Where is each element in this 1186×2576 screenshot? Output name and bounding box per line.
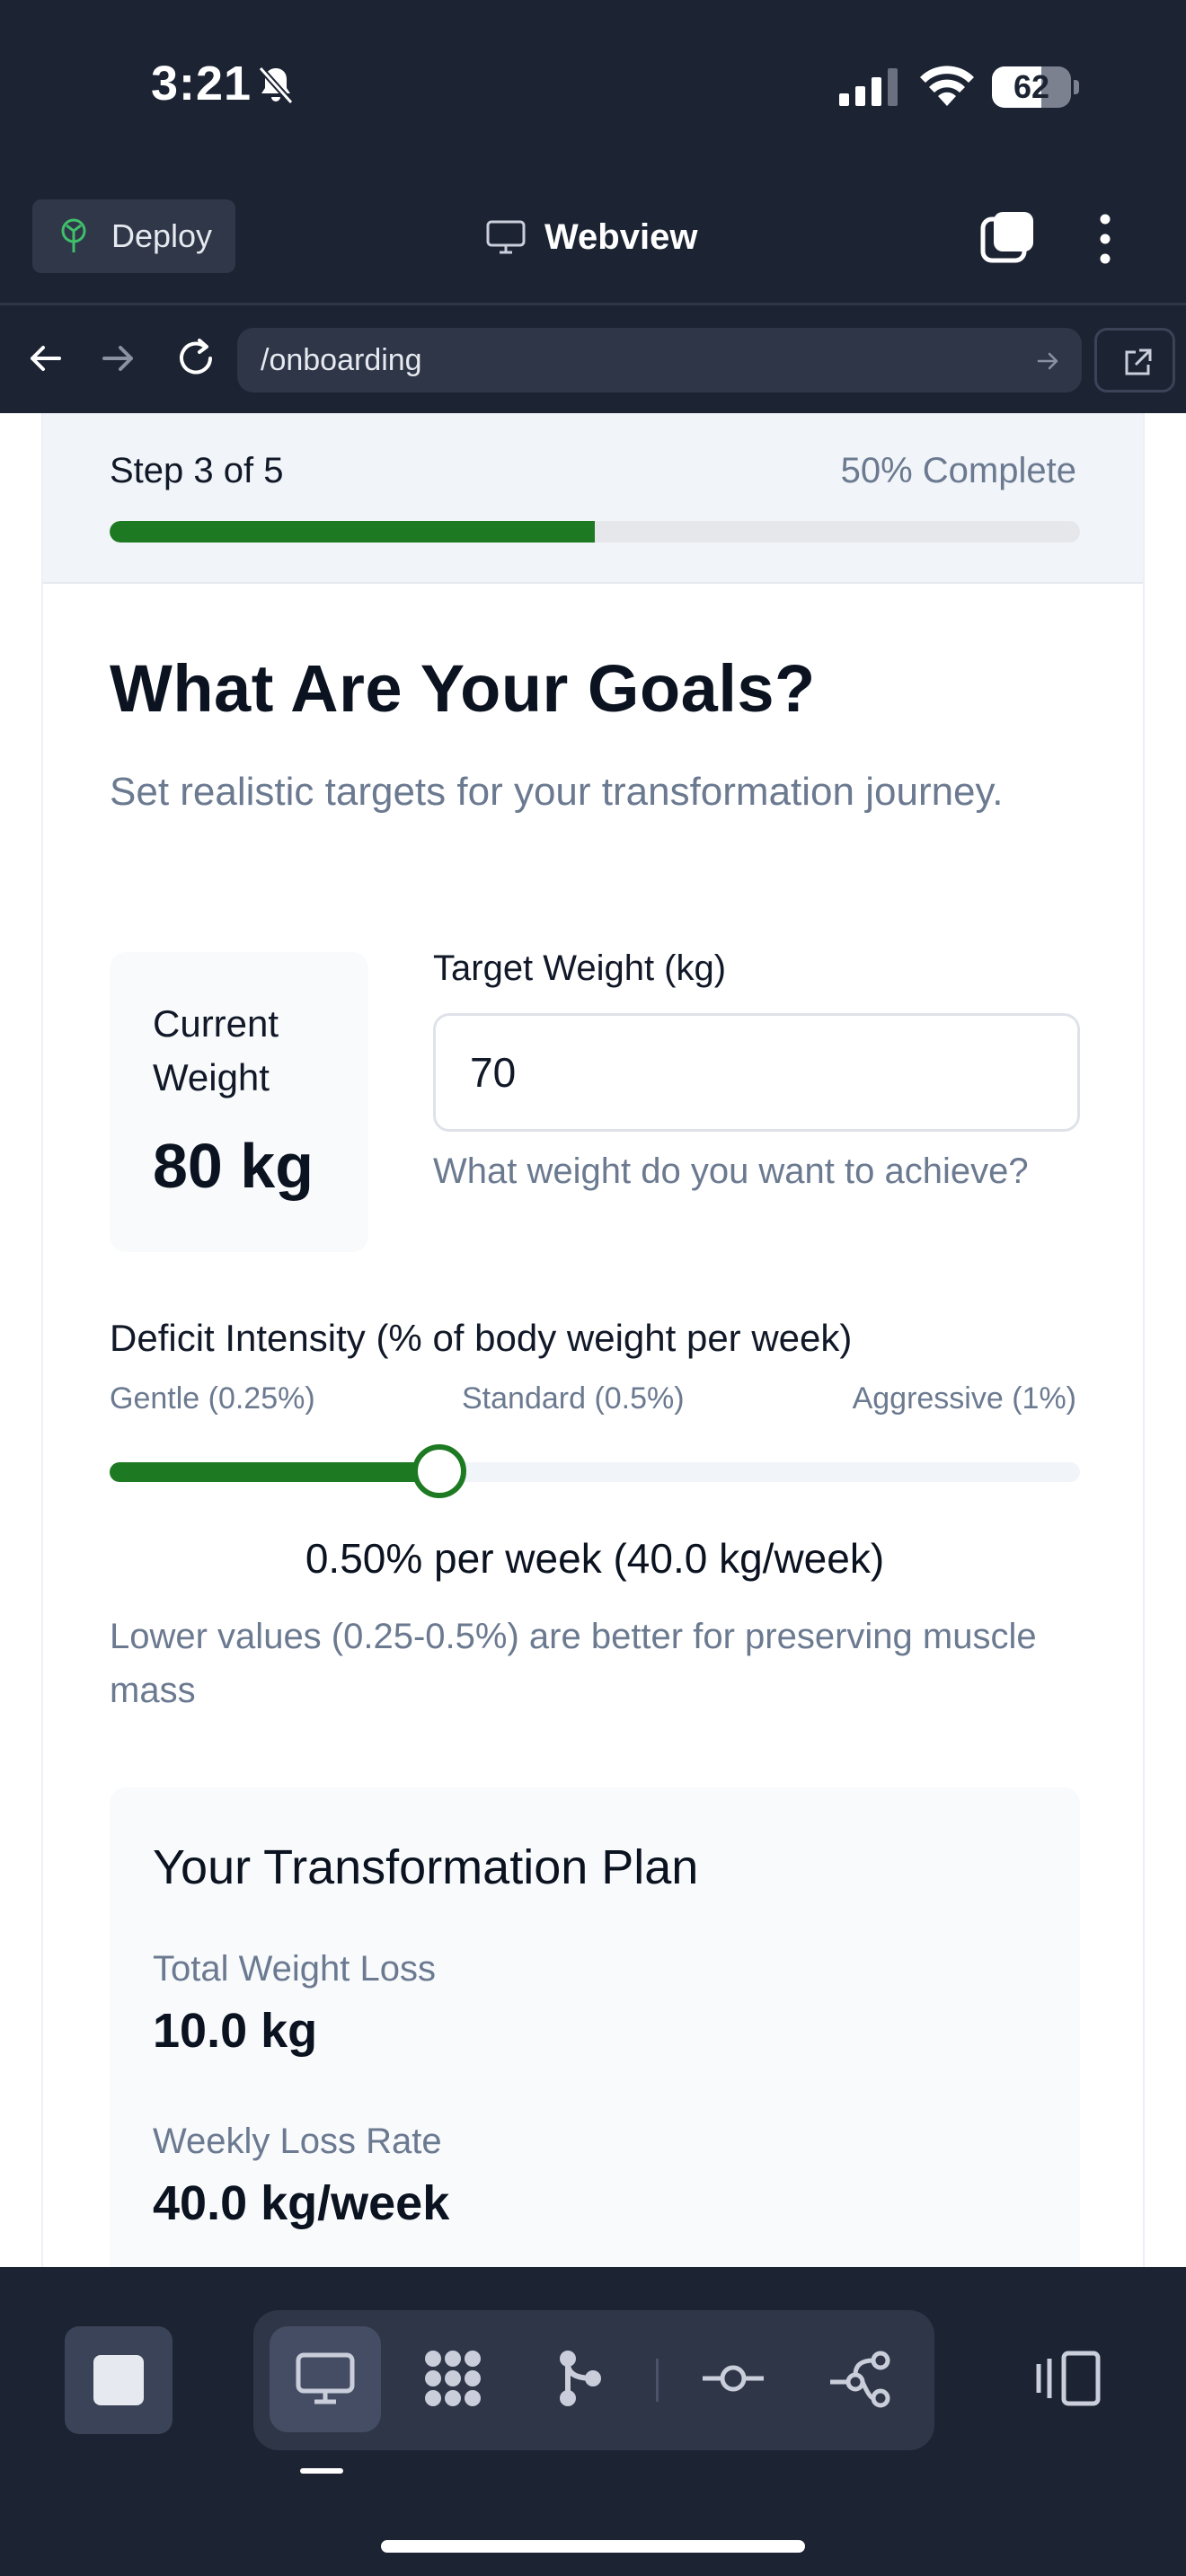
deploy-icon	[61, 218, 86, 252]
reload-icon[interactable]	[173, 335, 219, 382]
deficit-rate-readout: 0.50% per week (40.0 kg/week)	[305, 1535, 885, 1582]
target-weight-help: What weight do you want to achieve?	[433, 1151, 1029, 1191]
plan-total-loss-value: 10.0 kg	[153, 2004, 318, 2058]
commit-icon	[703, 2365, 764, 2392]
plan-title: Your Transformation Plan	[153, 1840, 699, 1894]
page-subtitle: Set realistic targets for your transform…	[110, 770, 1004, 814]
onboarding-card: Step 3 of 5 50% Complete What Are Your G…	[41, 413, 1145, 2267]
cell-signal-icon	[839, 68, 898, 106]
monitor-icon	[296, 2352, 355, 2404]
battery-indicator: 62	[992, 66, 1079, 108]
progress-bar	[110, 521, 1080, 543]
plan-weekly-rate-value: 40.0 kg/week	[153, 2176, 450, 2230]
bell-muted-icon	[258, 66, 294, 105]
stop-button[interactable]	[65, 2326, 173, 2434]
url-field[interactable]: /onboarding	[237, 328, 1082, 393]
tool-group	[253, 2310, 934, 2450]
page-title: What Are Your Goals?	[110, 651, 816, 726]
tool-webview[interactable]	[270, 2326, 381, 2432]
tool-branch[interactable]	[525, 2326, 636, 2432]
plan-weekly-rate-label: Weekly Loss Rate	[153, 2122, 442, 2161]
target-weight-input[interactable]	[433, 1013, 1080, 1132]
status-time: 3:21	[151, 57, 252, 110]
address-bar: /onboarding	[0, 308, 1186, 413]
more-vertical-icon[interactable]	[1089, 212, 1121, 266]
monitor-icon	[486, 220, 526, 254]
current-weight-value: 80 kg	[153, 1131, 314, 1201]
branch-icon	[560, 2351, 601, 2406]
active-tool-indicator	[300, 2468, 343, 2474]
battery-level: 62	[1013, 68, 1050, 105]
transformation-plan-card: Your Transformation Plan Total Weight Lo…	[110, 1787, 1080, 2267]
deficit-tick-standard: Standard (0.5%)	[462, 1381, 685, 1416]
tool-divider	[656, 2359, 659, 2402]
external-link-icon	[1125, 348, 1152, 375]
home-indicator	[381, 2540, 805, 2553]
webview-title-text: Webview	[544, 216, 698, 257]
app-toolbar: Deploy Webview	[0, 171, 1186, 305]
status-bar: 3:21 62	[0, 0, 1186, 171]
deficit-slider[interactable]	[110, 1444, 1080, 1498]
tool-git-graph[interactable]	[805, 2326, 916, 2432]
go-arrow-icon[interactable]	[1035, 348, 1062, 375]
git-graph-icon	[830, 2351, 890, 2408]
grid-dots-icon	[425, 2351, 481, 2406]
progress-fill	[110, 521, 595, 543]
stop-icon	[93, 2355, 144, 2405]
plan-total-loss-label: Total Weight Loss	[153, 1949, 436, 1989]
current-weight-card: Current Weight 80 kg	[110, 952, 368, 1252]
wifi-icon	[920, 66, 974, 106]
tool-grid[interactable]	[397, 2326, 509, 2432]
current-weight-label: Current Weight	[153, 1002, 279, 1098]
deficit-tick-gentle: Gentle (0.25%)	[110, 1381, 315, 1416]
bottom-toolbar	[0, 2267, 1186, 2576]
deploy-button[interactable]: Deploy	[32, 199, 235, 273]
tabs-icon[interactable]	[979, 208, 1037, 266]
progress-header: Step 3 of 5 50% Complete	[43, 413, 1143, 584]
back-arrow-icon[interactable]	[23, 337, 66, 380]
complete-label: 50% Complete	[840, 451, 1076, 490]
deficit-slider-fill	[110, 1462, 440, 1482]
deficit-tick-aggressive: Aggressive (1%)	[852, 1381, 1076, 1416]
tool-commit[interactable]	[677, 2326, 789, 2432]
webview-content: Step 3 of 5 50% Complete What Are Your G…	[0, 413, 1186, 2267]
forward-arrow-icon[interactable]	[97, 337, 140, 380]
target-weight-label: Target Weight (kg)	[433, 948, 727, 988]
deficit-intensity-label: Deficit Intensity (% of body weight per …	[110, 1317, 853, 1359]
panel-toggle-icon[interactable]	[1033, 2342, 1105, 2414]
deficit-rate-note: Lower values (0.25-0.5%) are better for …	[110, 1617, 1037, 1710]
webview-title: Webview	[485, 210, 697, 264]
deploy-label: Deploy	[111, 217, 213, 254]
open-external-button[interactable]	[1094, 328, 1175, 393]
url-text: /onboarding	[261, 342, 422, 377]
deficit-slider-thumb[interactable]	[412, 1444, 467, 1498]
step-label: Step 3 of 5	[110, 451, 284, 490]
